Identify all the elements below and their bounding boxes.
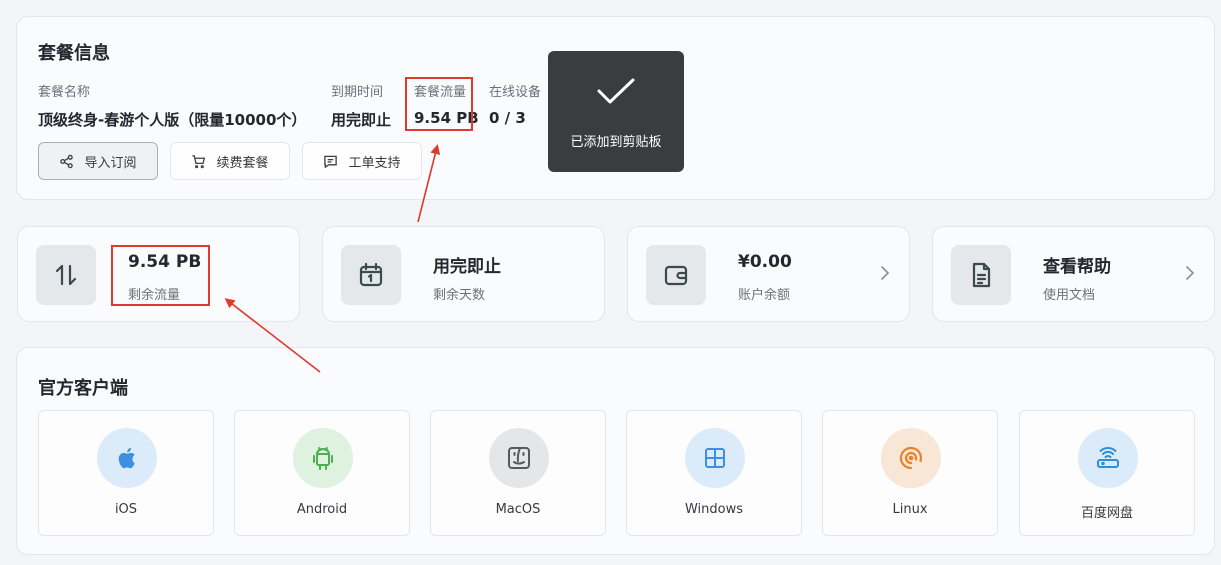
stat-icon-box xyxy=(951,245,1011,305)
plan-name-field: 套餐名称 顶级终身-春游个人版（限量10000个） xyxy=(38,81,306,130)
view-help-label: 使用文档 xyxy=(1043,288,1096,303)
wallet-icon xyxy=(664,265,688,286)
plan-name-value: 顶级终身-春游个人版（限量10000个） xyxy=(38,111,307,129)
online-devices-value: 0 / 3 xyxy=(489,109,526,127)
finder-icon xyxy=(508,447,530,469)
chevron-right-icon xyxy=(881,266,890,280)
chevron-right-icon xyxy=(1186,266,1195,280)
view-help-value: 查看帮助 xyxy=(1043,257,1111,277)
copied-toast: 已添加到剪贴板 xyxy=(548,51,684,172)
client-icon-circle xyxy=(97,428,157,488)
stat-view-help[interactable]: 查看帮助 使用文档 xyxy=(932,226,1215,322)
cart-icon xyxy=(192,154,206,168)
client-windows[interactable]: Windows xyxy=(626,410,802,536)
ticket-support-button[interactable]: 工单支持 xyxy=(302,142,422,180)
client-icon-circle xyxy=(881,428,941,488)
plan-name-label: 套餐名称 xyxy=(38,85,91,100)
expiry-label: 到期时间 xyxy=(331,85,384,100)
share-icon xyxy=(60,154,74,168)
stat-remaining-days: 用完即止 剩余天数 xyxy=(322,226,605,322)
client-linux[interactable]: Linux xyxy=(822,410,998,536)
windows-icon xyxy=(705,448,725,468)
client-android[interactable]: Android xyxy=(234,410,410,536)
expiry-field: 到期时间 用完即止 xyxy=(331,81,391,130)
client-baidu-netdisk[interactable]: 百度网盘 xyxy=(1019,410,1195,536)
toast-message: 已添加到剪贴板 xyxy=(570,135,662,150)
remaining-days-label: 剩余天数 xyxy=(433,288,486,303)
calendar-icon xyxy=(359,262,383,287)
android-icon xyxy=(313,447,333,470)
client-icon-circle xyxy=(489,428,549,488)
client-name: 百度网盘 xyxy=(1080,506,1133,521)
stat-account-balance[interactable]: ¥0.00 账户余额 xyxy=(627,226,910,322)
client-name: MacOS xyxy=(495,502,541,517)
ticket-support-label: 工单支持 xyxy=(348,155,401,171)
account-balance-label: 账户余额 xyxy=(738,288,791,303)
stat-icon-box xyxy=(36,245,96,305)
online-devices-label: 在线设备 xyxy=(489,85,542,100)
check-icon xyxy=(597,78,635,104)
client-macos[interactable]: MacOS xyxy=(430,410,606,536)
renew-plan-label: 续费套餐 xyxy=(216,155,269,171)
client-ios[interactable]: iOS xyxy=(38,410,214,536)
plan-info-title: 套餐信息 xyxy=(38,43,110,64)
stat-icon-box xyxy=(646,245,706,305)
client-name: Android xyxy=(296,502,348,517)
import-subscription-label: 导入订阅 xyxy=(84,155,137,171)
import-subscription-button[interactable]: 导入订阅 xyxy=(38,142,158,180)
account-balance-value: ¥0.00 xyxy=(738,252,792,272)
client-name: iOS xyxy=(114,502,138,517)
expiry-value: 用完即止 xyxy=(331,111,392,129)
message-icon xyxy=(324,155,338,168)
router-icon xyxy=(1097,447,1119,468)
online-devices-field: 在线设备 0 / 3 xyxy=(489,81,541,127)
stat-highlight-box xyxy=(111,245,210,306)
client-name: Linux xyxy=(892,502,928,517)
stat-icon-box xyxy=(341,245,401,305)
apple-icon xyxy=(118,447,135,469)
official-clients-card: 官方客户端 iOS Android MacOS Windows Linux 百度… xyxy=(16,347,1215,555)
remaining-days-value: 用完即止 xyxy=(433,257,501,277)
client-icon-circle xyxy=(293,428,353,488)
document-icon xyxy=(972,262,991,288)
traffic-highlight-box xyxy=(405,77,473,131)
clients-title: 官方客户端 xyxy=(38,378,128,399)
linux-icon xyxy=(899,446,923,470)
client-icon-circle xyxy=(1078,428,1138,488)
client-icon-circle xyxy=(685,428,745,488)
renew-plan-button[interactable]: 续费套餐 xyxy=(170,142,290,180)
client-name: Windows xyxy=(684,502,744,517)
transfer-arrows-icon xyxy=(55,264,77,286)
